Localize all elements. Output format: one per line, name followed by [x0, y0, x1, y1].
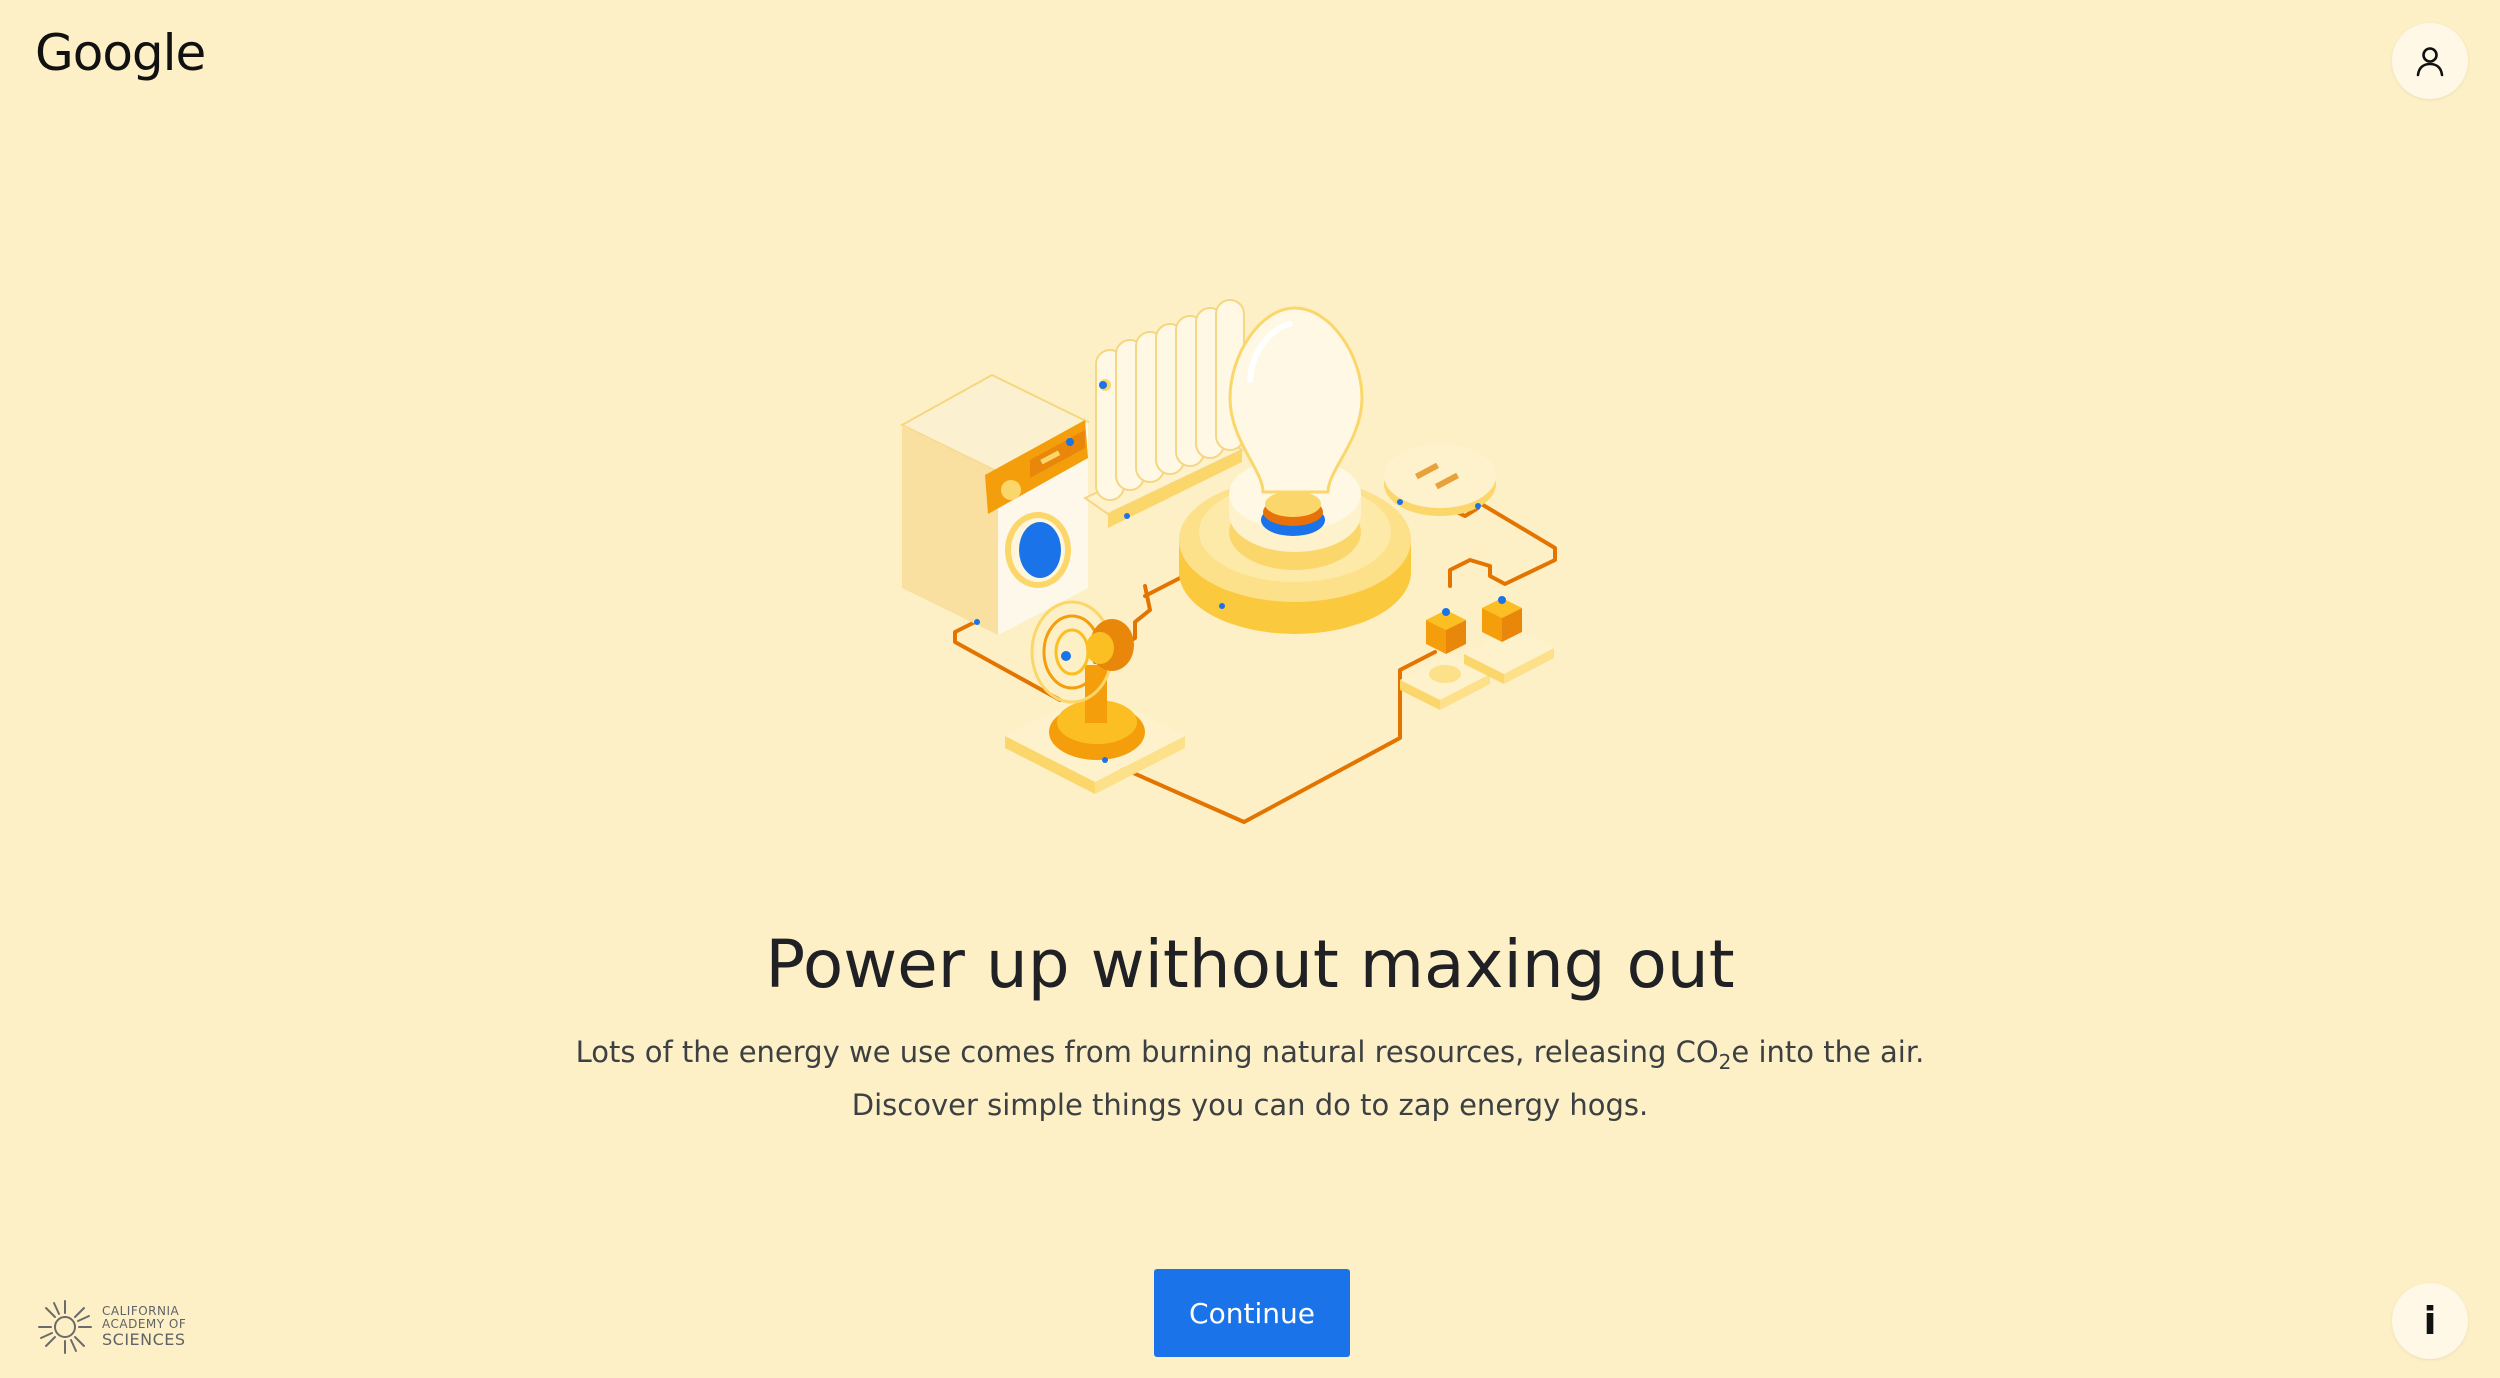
wall-outlet	[1384, 444, 1496, 516]
account-button[interactable]	[2392, 23, 2468, 99]
intro-line-1: Lots of the energy we use comes from bur…	[575, 1035, 1925, 1074]
continue-button[interactable]: Continue	[1154, 1269, 1350, 1357]
energy-appliances-illustration	[899, 299, 1557, 824]
person-icon	[2416, 47, 2444, 77]
plugs	[1400, 596, 1554, 710]
page-headline: Power up without maxing out	[765, 926, 1735, 1003]
google-logo[interactable]: Google	[35, 28, 206, 78]
washing-machine	[899, 373, 1091, 635]
info-button[interactable]: i	[2392, 1283, 2468, 1359]
intro-description: Lots of the energy we use comes from bur…	[0, 1031, 2500, 1127]
info-icon: i	[2423, 1299, 2437, 1343]
desk-fan	[1005, 600, 1185, 794]
intro-line-2: Discover simple things you can do to zap…	[851, 1087, 1649, 1122]
partner-name-line-3: SCIENCES	[102, 1330, 186, 1350]
academy-sun-icon	[38, 1300, 92, 1354]
california-academy-of-sciences-logo[interactable]: CALIFORNIA ACADEMY OF SCIENCES	[36, 1298, 186, 1356]
